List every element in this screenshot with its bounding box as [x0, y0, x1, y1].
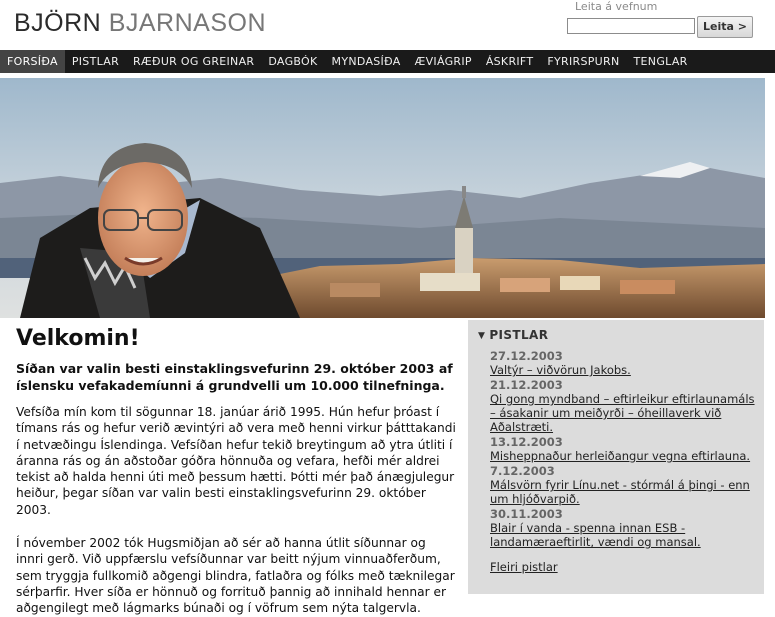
list-item: 30.11.2003 Blair í vanda - spenna innan … [490, 507, 758, 549]
main-nav: FORSÍÐA PISTLAR RÆÐUR OG GREINAR DAGBÓK … [0, 50, 775, 73]
item-date: 21.12.2003 [490, 378, 563, 392]
item-date: 30.11.2003 [490, 507, 563, 521]
more-pistlar-link[interactable]: Fleiri pistlar [490, 560, 558, 574]
nav-item-myndasida[interactable]: MYNDASÍÐA [325, 50, 408, 73]
page-title: Velkomin! [16, 326, 140, 351]
list-item: 13.12.2003 Misheppnaður herleiðangur veg… [490, 435, 758, 463]
nav-item-raedur-og-greinar[interactable]: RÆÐUR OG GREINAR [126, 50, 261, 73]
list-item: 7.12.2003 Málsvörn fyrir Línu.net - stór… [490, 464, 758, 506]
nav-item-dagbok[interactable]: DAGBÓK [261, 50, 324, 73]
nav-item-tenglar[interactable]: TENGLAR [627, 50, 695, 73]
nav-item-fyrirspurn[interactable]: FYRIRSPURN [540, 50, 626, 73]
nav-item-forsida[interactable]: FORSÍÐA [0, 50, 65, 73]
item-date: 27.12.2003 [490, 349, 563, 363]
nav-item-aeviagrip[interactable]: ÆVIÁGRIP [408, 50, 479, 73]
header: BJÖRN BJARNASON Leita á vefnum Leita > [0, 0, 775, 50]
logo-first-name: BJÖRN [14, 9, 102, 37]
list-item: 21.12.2003 Qi gong myndband – eftirleiku… [490, 378, 758, 434]
item-link[interactable]: Blair í vanda - spenna innan ESB - landa… [490, 521, 758, 549]
item-date: 7.12.2003 [490, 464, 555, 478]
sidebar-heading[interactable]: ▼ PISTLAR [478, 328, 548, 342]
main-content: Velkomin! Síðan var valin besti einstakl… [16, 324, 456, 617]
sidebar-list: 27.12.2003 Valtýr – viðvörun Jakobs. 21.… [490, 349, 758, 550]
nav-item-askrift[interactable]: ÁSKRIFT [479, 50, 541, 73]
item-link[interactable]: Qi gong myndband – eftirleikur eftirlaun… [490, 392, 758, 434]
list-item: 27.12.2003 Valtýr – viðvörun Jakobs. [490, 349, 758, 377]
search-label: Leita á vefnum [575, 0, 658, 13]
sidebar-pistlar: ▼ PISTLAR 27.12.2003 Valtýr – viðvörun Ja… [468, 320, 764, 594]
intro-paragraph: Vefsíða mín kom til sögunnar 18. janúar … [16, 405, 456, 517]
lead-text: Síðan var valin besti einstaklingsvefuri… [16, 361, 453, 393]
triangle-down-icon: ▼ [478, 331, 486, 341]
nav-item-pistlar[interactable]: PISTLAR [65, 50, 126, 73]
search-button[interactable]: Leita > [697, 16, 753, 38]
hero-illustration [0, 78, 765, 318]
search-input[interactable] [567, 18, 695, 34]
sidebar-heading-label: PISTLAR [489, 328, 549, 342]
item-link[interactable]: Misheppnaður herleiðangur vegna eftirlau… [490, 449, 758, 463]
item-link[interactable]: Málsvörn fyrir Línu.net - stórmál á þing… [490, 478, 758, 506]
item-date: 13.12.2003 [490, 435, 563, 449]
hero-photo [0, 78, 765, 318]
logo-last-name: BJARNASON [108, 9, 266, 37]
item-link[interactable]: Valtýr – viðvörun Jakobs. [490, 363, 758, 377]
site-logo[interactable]: BJÖRN BJARNASON [14, 9, 266, 38]
history-paragraph: Í nóvember 2002 tók Hugsmiðjan að sér að… [16, 536, 455, 616]
